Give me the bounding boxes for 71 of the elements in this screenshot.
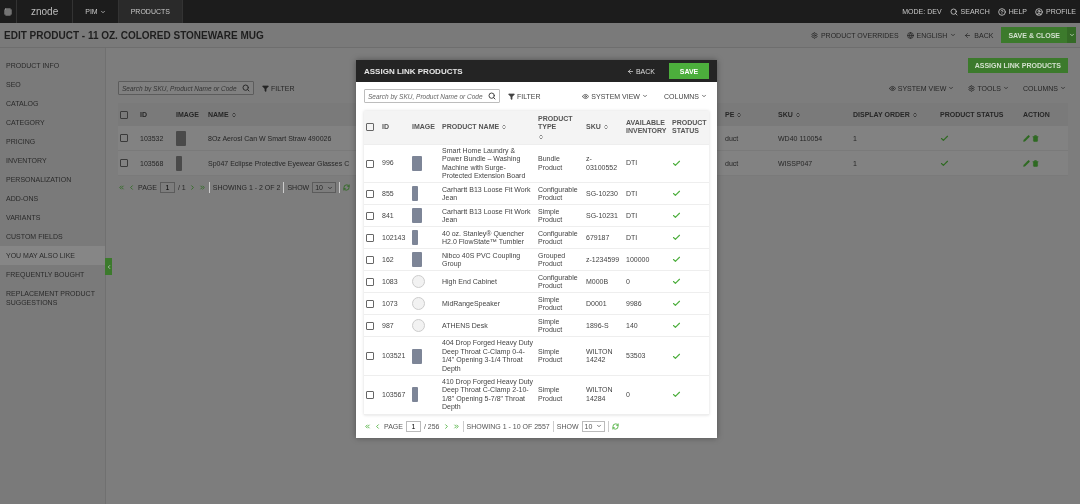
caret-icon xyxy=(596,423,603,430)
funnel-icon xyxy=(262,84,269,92)
previous-page-button[interactable] xyxy=(374,422,381,430)
search-icon[interactable] xyxy=(488,92,496,100)
photo-placeholder xyxy=(412,252,422,268)
caret-icon xyxy=(1060,85,1066,91)
arrow-left-icon xyxy=(964,31,972,39)
row-checkbox[interactable] xyxy=(366,233,374,242)
caret-icon xyxy=(948,85,955,91)
row-checkbox[interactable] xyxy=(366,390,374,399)
photo-placeholder xyxy=(412,208,422,224)
next-page-button[interactable] xyxy=(188,184,196,191)
last-page-button[interactable] xyxy=(452,422,460,430)
select-all-checkbox[interactable] xyxy=(366,123,374,132)
row-checkbox[interactable] xyxy=(120,159,128,167)
edit-icon[interactable] xyxy=(1023,159,1030,167)
caret-icon xyxy=(642,93,648,99)
funnel-icon xyxy=(508,92,515,100)
edit-icon[interactable] xyxy=(1023,134,1030,142)
help-icon xyxy=(997,7,1006,16)
caret-icon xyxy=(327,184,333,191)
sort-icon[interactable] xyxy=(736,111,743,118)
row-checkbox[interactable] xyxy=(120,134,128,142)
sort-icon[interactable] xyxy=(538,133,544,140)
row-checkbox[interactable] xyxy=(366,255,374,264)
dialog-title: ASSIGN LINK PRODUCTS xyxy=(364,66,463,76)
next-page-button[interactable] xyxy=(442,422,450,430)
row-checkbox[interactable] xyxy=(366,321,374,330)
user-icon xyxy=(1035,7,1044,16)
gear-icon xyxy=(968,84,976,92)
caret-icon xyxy=(950,32,957,38)
photo-placeholder xyxy=(412,387,418,403)
sort-icon[interactable] xyxy=(230,111,237,118)
caret-icon xyxy=(99,8,106,15)
eye-icon xyxy=(582,92,590,100)
row-checkbox[interactable] xyxy=(366,352,374,361)
globe-icon xyxy=(906,31,914,39)
caret-icon xyxy=(701,93,707,99)
search-icon[interactable] xyxy=(242,84,250,92)
photo-placeholder xyxy=(412,156,422,172)
previous-page-button[interactable] xyxy=(128,184,135,191)
first-page-button[interactable] xyxy=(364,422,371,430)
caret-icon xyxy=(1003,85,1009,91)
photo-placeholder xyxy=(176,130,186,146)
refresh-button[interactable] xyxy=(612,422,620,430)
sort-icon[interactable] xyxy=(501,124,508,131)
eye-icon xyxy=(888,84,896,92)
photo-placeholder xyxy=(412,186,418,202)
chevron-left-icon xyxy=(105,263,112,270)
row-checkbox[interactable] xyxy=(366,159,374,168)
sort-icon[interactable] xyxy=(602,124,609,131)
select-all-checkbox[interactable] xyxy=(120,110,128,119)
save-options-button[interactable] xyxy=(1067,27,1076,43)
refresh-button[interactable] xyxy=(343,184,350,191)
gear-icon xyxy=(810,31,818,39)
photo-placeholder xyxy=(412,348,422,364)
sort-icon[interactable] xyxy=(794,111,801,118)
photo-placeholder xyxy=(412,230,418,246)
search-icon xyxy=(949,7,958,16)
collapse-sidebar-button[interactable] xyxy=(105,258,112,275)
caret-icon xyxy=(1068,32,1075,38)
photo-placeholder xyxy=(176,155,182,171)
row-checkbox[interactable] xyxy=(366,189,374,198)
page-title: EDIT PRODUCT - 11 OZ. COLORED STONEWARE MUG xyxy=(4,29,264,41)
sort-icon[interactable] xyxy=(911,111,918,118)
delete-icon[interactable] xyxy=(1032,159,1039,167)
arrow-left-icon xyxy=(626,67,634,75)
row-checkbox[interactable] xyxy=(366,299,374,308)
row-checkbox[interactable] xyxy=(366,277,374,286)
row-checkbox[interactable] xyxy=(366,211,374,220)
delete-icon[interactable] xyxy=(1032,134,1039,142)
